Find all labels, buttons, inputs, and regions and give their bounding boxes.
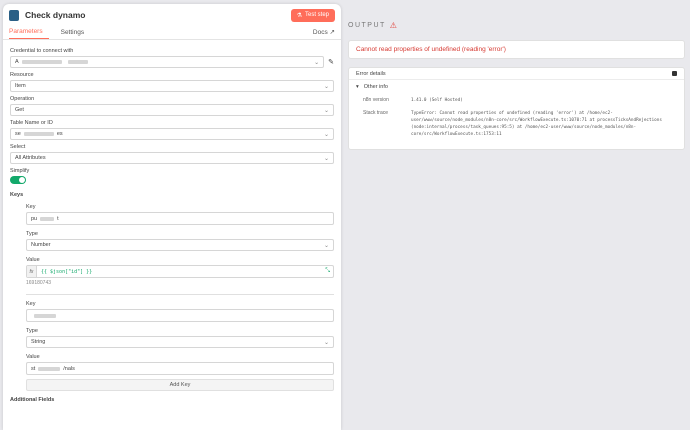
output-title: OUTPUT ⚠ <box>348 21 397 30</box>
redacted-text <box>40 216 55 221</box>
value-label: Value <box>26 257 40 263</box>
value-expression-input[interactable]: fx {{ $json["id"] }} ⤡ <box>26 265 334 278</box>
credential-value: A <box>15 59 19 65</box>
select-label: Select <box>10 144 26 150</box>
resource-value: Item <box>15 83 26 89</box>
redacted-text <box>34 313 56 318</box>
other-info-toggle[interactable]: ▾ Other info <box>349 80 684 93</box>
redacted-text <box>38 366 61 371</box>
value-start: st <box>31 365 36 372</box>
chevron-down-icon: ⌄ <box>323 83 329 90</box>
type-value: Number <box>31 242 51 248</box>
error-message: Cannot read properties of undefined (rea… <box>348 40 685 59</box>
value-input[interactable]: st /nals <box>26 362 334 375</box>
error-details-panel: Error details ▾ Other info n8n version 1… <box>348 67 685 150</box>
node-title[interactable]: Check dynamo <box>25 10 85 20</box>
test-step-label: Test step <box>304 12 329 18</box>
n8n-version-label: n8n version <box>363 97 389 103</box>
type-select[interactable]: String ⌄ <box>26 336 334 348</box>
tab-parameters[interactable]: Parameters <box>9 28 49 39</box>
value-hint: 169180743 <box>26 280 52 286</box>
caret-down-icon: ▾ <box>356 83 359 90</box>
docs-link[interactable]: Docs ↗ <box>313 28 335 39</box>
expand-icon[interactable]: ⤡ <box>325 268 330 275</box>
type-value: String <box>31 339 46 345</box>
stack-trace-label: Stack trace <box>363 110 389 116</box>
chevron-down-icon: ⌄ <box>323 107 329 114</box>
credential-select[interactable]: A ⌄ <box>10 56 325 68</box>
docs-label: Docs <box>312 29 328 36</box>
external-link-icon: ↗ <box>329 29 335 36</box>
pencil-icon[interactable]: ✎ <box>328 58 334 66</box>
redacted-text <box>23 132 54 136</box>
select-attributes[interactable]: All Attributes ⌄ <box>10 152 334 164</box>
chevron-down-icon: ⌄ <box>323 131 329 138</box>
output-title-text: OUTPUT <box>348 22 386 29</box>
redacted-text <box>67 60 88 64</box>
operation-value: Get <box>15 107 24 113</box>
expression-text: {{ $json["id"] }} <box>41 268 93 275</box>
value-label: Value <box>26 354 40 360</box>
node-header: Check dynamo ⚗ Test step <box>3 4 341 26</box>
key-value-end: t <box>57 215 59 222</box>
divider <box>26 294 334 295</box>
resource-select[interactable]: Item ⌄ <box>10 80 334 92</box>
fx-icon: fx <box>27 266 37 277</box>
simplify-label: Simplify <box>10 168 30 174</box>
type-label: Type <box>26 231 38 237</box>
stack-trace-row: Stack trace TypeError: Cannot read prope… <box>349 110 684 138</box>
parameters-panel: Check dynamo ⚗ Test step Parameters Sett… <box>3 4 341 430</box>
operation-label: Operation <box>10 96 35 102</box>
table-value-end: es <box>56 131 63 137</box>
select-value: All Attributes <box>15 155 46 161</box>
tab-settings[interactable]: Settings <box>61 29 91 39</box>
key-input[interactable] <box>26 309 334 322</box>
key-label: Key <box>26 301 36 307</box>
n8n-version-row: n8n version 1.41.0 (Self Hosted) <box>349 97 684 104</box>
n8n-version-value: 1.41.0 (Self Hosted) <box>411 98 463 103</box>
chevron-down-icon: ⌄ <box>314 59 320 66</box>
key-label: Key <box>26 204 36 210</box>
keys-heading: Keys <box>10 192 24 198</box>
key-value-start: pu <box>31 215 38 222</box>
error-details-header: Error details <box>349 68 684 80</box>
table-select[interactable]: se es ⌄ <box>10 128 334 140</box>
table-value-start: se <box>15 131 21 137</box>
dynamodb-icon <box>9 9 19 21</box>
chevron-down-icon: ⌄ <box>323 339 329 346</box>
value-end: /nals <box>63 365 75 372</box>
redacted-text <box>21 60 62 64</box>
additional-fields-heading[interactable]: Additional Fields <box>10 397 334 403</box>
type-select[interactable]: Number ⌄ <box>26 239 334 251</box>
tab-bar: Parameters Settings Docs ↗ <box>3 26 341 40</box>
chevron-down-icon: ⌄ <box>323 242 329 249</box>
credential-label: Credential to connect with <box>10 48 74 54</box>
key-input[interactable]: pu t <box>26 212 334 225</box>
add-key-button[interactable]: Add Key <box>26 379 334 391</box>
warning-icon: ⚠ <box>389 21 397 30</box>
simplify-toggle[interactable] <box>10 176 26 184</box>
error-details-label: Error details <box>356 70 386 77</box>
copy-icon[interactable] <box>672 71 677 76</box>
keys-list: Key pu t Type Number ⌄ Value fx {{ $json… <box>26 204 334 391</box>
resource-label: Resource <box>10 72 34 78</box>
test-step-button[interactable]: ⚗ Test step <box>290 8 335 22</box>
table-label: Table Name or ID <box>10 120 53 126</box>
other-info-label: Other info <box>363 83 388 90</box>
stack-trace-value: TypeError: Cannot read properties of und… <box>411 111 662 137</box>
operation-select[interactable]: Get ⌄ <box>10 104 334 116</box>
flask-icon: ⚗ <box>296 12 302 19</box>
type-label: Type <box>26 328 38 334</box>
chevron-down-icon: ⌄ <box>323 155 329 162</box>
